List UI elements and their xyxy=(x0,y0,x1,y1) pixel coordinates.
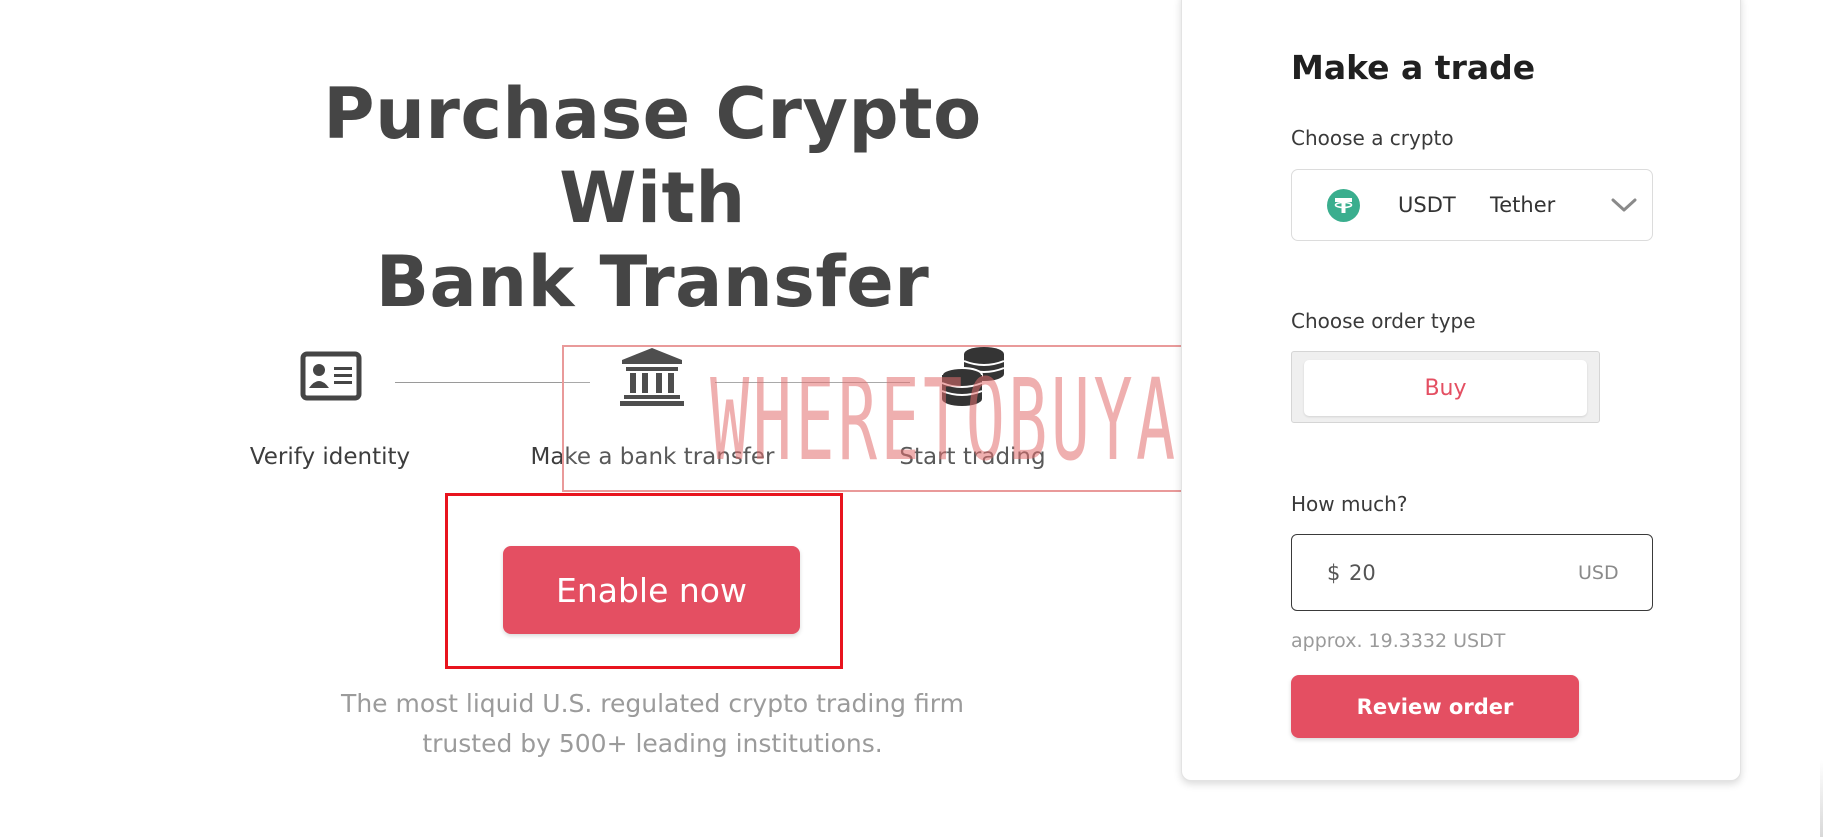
crypto-symbol: USDT xyxy=(1398,193,1456,217)
tether-icon xyxy=(1327,189,1360,222)
tagline-line-2: trusted by 500+ leading institutions. xyxy=(422,729,883,758)
step-connector xyxy=(395,382,590,383)
page-title-line-2: Bank Transfer xyxy=(375,241,930,323)
coins-icon xyxy=(940,345,1006,407)
order-type-label: Choose order type xyxy=(1291,309,1476,333)
approx-conversion: approx. 19.3332 USDT xyxy=(1291,630,1506,652)
amount-label: How much? xyxy=(1291,492,1408,516)
id-card-icon xyxy=(300,351,362,401)
page: Purchase Crypto With Bank Transfer Verif… xyxy=(0,0,1823,837)
crypto-field-label: Choose a crypto xyxy=(1291,126,1454,150)
currency-unit: USD xyxy=(1578,562,1619,584)
review-order-button[interactable]: Review order xyxy=(1291,675,1579,738)
crypto-select[interactable]: USDT Tether xyxy=(1291,169,1653,241)
step-label-bank-transfer: Make a bank transfer xyxy=(530,444,775,470)
step-label-start-trading: Start trading xyxy=(899,444,1046,470)
amount-input[interactable] xyxy=(1349,553,1529,593)
trade-panel-title: Make a trade xyxy=(1291,48,1536,87)
enable-now-button[interactable]: Enable now xyxy=(503,546,800,634)
page-title-line-1: Purchase Crypto With xyxy=(323,73,982,239)
bank-icon xyxy=(620,346,684,406)
step-connector xyxy=(715,382,910,383)
chevron-down-icon xyxy=(1611,198,1637,212)
order-type-toggle: Buy xyxy=(1291,351,1600,423)
amount-field[interactable]: $ USD xyxy=(1291,534,1653,611)
order-type-buy-button[interactable]: Buy xyxy=(1304,360,1587,416)
step-label-verify-identity: Verify identity xyxy=(249,444,411,470)
crypto-name: Tether xyxy=(1490,193,1556,217)
page-title: Purchase Crypto With Bank Transfer xyxy=(230,72,1075,324)
currency-prefix: $ xyxy=(1327,561,1341,585)
tagline-line-1: The most liquid U.S. regulated crypto tr… xyxy=(341,689,964,718)
tagline: The most liquid U.S. regulated crypto tr… xyxy=(300,684,1005,764)
